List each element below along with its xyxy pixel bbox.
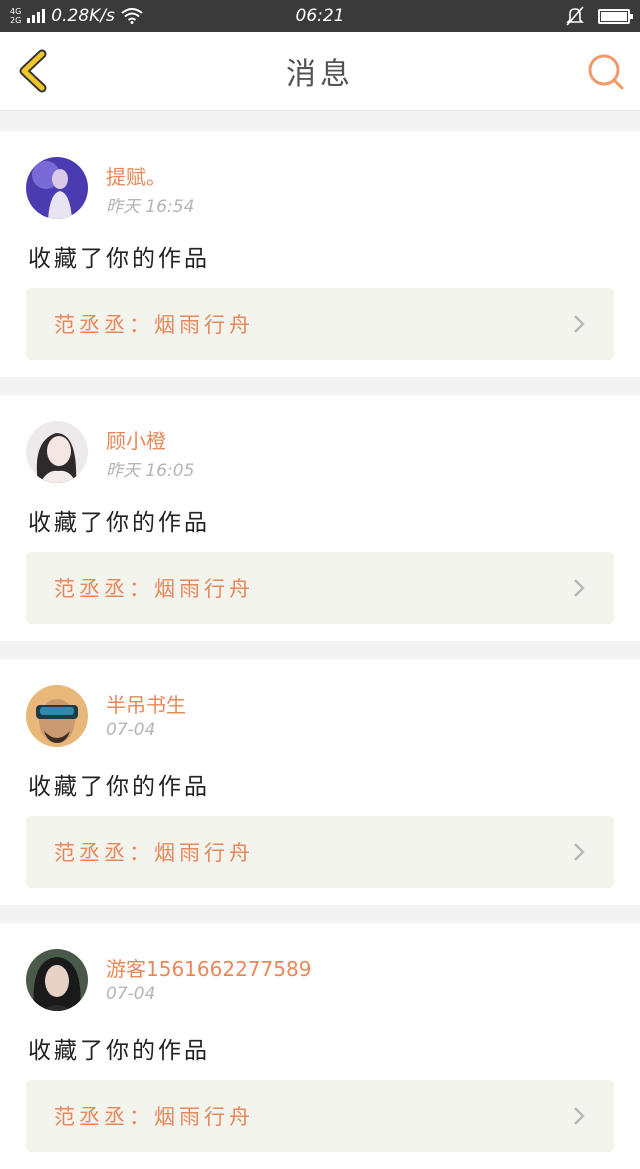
- message-action: 收藏了你的作品: [28, 510, 210, 536]
- work-link[interactable]: 范丞丞：烟雨行舟: [26, 1080, 614, 1152]
- chevron-right-icon: [574, 1107, 585, 1125]
- message-time: 07-04: [106, 984, 156, 1004]
- network-type: 4G 2G: [10, 7, 21, 25]
- page-title: 消息: [286, 57, 354, 92]
- message-time: 昨天 16:54: [106, 197, 195, 217]
- search-icon[interactable]: [586, 52, 626, 92]
- work-title: 范丞丞：烟雨行舟: [54, 313, 254, 337]
- work-link[interactable]: 范丞丞：烟雨行舟: [26, 288, 614, 360]
- user-name[interactable]: 顾小橙: [106, 425, 166, 454]
- work-title: 范丞丞：烟雨行舟: [54, 577, 254, 601]
- message-item: 顾小橙 昨天 16:05 收藏了你的作品 范丞丞：烟雨行舟: [0, 395, 640, 641]
- chevron-left-icon[interactable]: [14, 49, 54, 93]
- status-bar: 4G 2G 0.28K/s 06:21: [0, 0, 640, 32]
- bell-muted-icon: [566, 6, 584, 26]
- message-item: 半吊书生 07-04 收藏了你的作品 范丞丞：烟雨行舟: [0, 659, 640, 905]
- chevron-right-icon: [574, 843, 585, 861]
- avatar[interactable]: [26, 157, 88, 219]
- avatar[interactable]: [26, 949, 88, 1011]
- message-item: 游客156166227758​9 07-04 收藏了你的作品 范丞丞：烟雨行舟: [0, 923, 640, 1169]
- message-time: 07-04: [106, 720, 156, 740]
- chevron-right-icon: [574, 315, 585, 333]
- user-name[interactable]: 半吊书生: [106, 689, 186, 718]
- message-action: 收藏了你的作品: [28, 1038, 210, 1064]
- message-list: 提赋。 昨天 16:54 收藏了你的作品 范丞丞：烟雨行舟 顾小橙 昨天 16:…: [0, 111, 640, 1169]
- signal-icon: [27, 9, 46, 23]
- work-title: 范丞丞：烟雨行舟: [54, 841, 254, 865]
- work-link[interactable]: 范丞丞：烟雨行舟: [26, 552, 614, 624]
- user-name[interactable]: 提赋。: [106, 161, 166, 190]
- chevron-right-icon: [574, 579, 585, 597]
- battery-icon: [598, 8, 633, 24]
- message-action: 收藏了你的作品: [28, 246, 210, 272]
- avatar[interactable]: [26, 421, 88, 483]
- network-2g-label: 2G: [10, 16, 22, 25]
- work-title: 范丞丞：烟雨行舟: [54, 1105, 254, 1129]
- message-item: 提赋。 昨天 16:54 收藏了你的作品 范丞丞：烟雨行舟: [0, 131, 640, 377]
- header: 消息: [0, 32, 640, 111]
- message-time: 昨天 16:05: [106, 461, 195, 481]
- clock: 06:21: [295, 6, 345, 26]
- user-name[interactable]: 游客156166227758​9: [106, 953, 311, 982]
- work-link[interactable]: 范丞丞：烟雨行舟: [26, 816, 614, 888]
- network-4g-label: 4G: [10, 7, 22, 16]
- avatar[interactable]: [26, 685, 88, 747]
- message-action: 收藏了你的作品: [28, 774, 210, 800]
- wifi-icon: [121, 8, 143, 24]
- network-speed: 0.28K/s: [51, 6, 115, 26]
